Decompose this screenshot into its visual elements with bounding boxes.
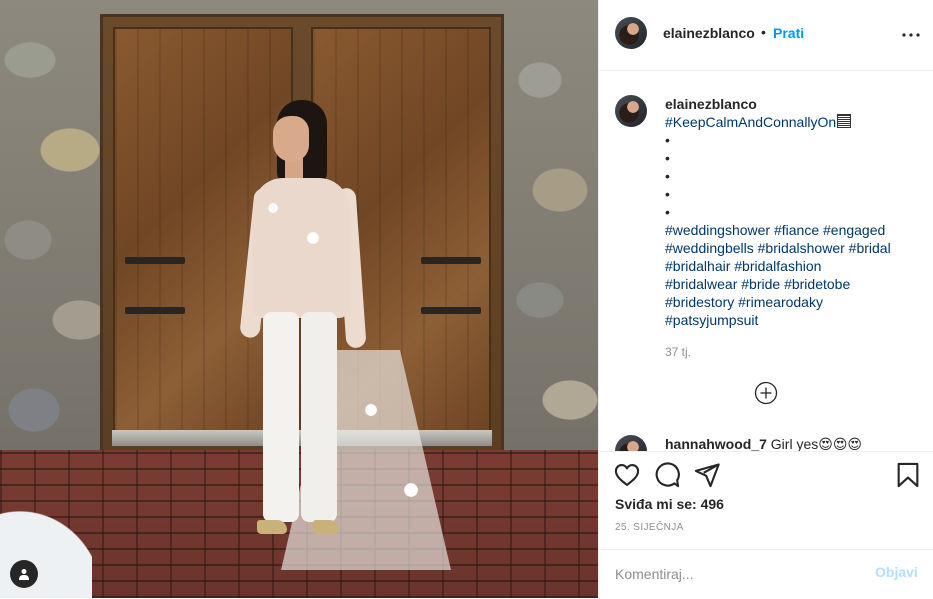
post-date[interactable]: 25. SIJEČNJA: [615, 522, 684, 533]
comment-text: hannahwood_7 Girl yes😍😍😍: [665, 436, 862, 451]
user-tag-icon: [19, 569, 29, 580]
follow-button[interactable]: Prati: [773, 25, 804, 41]
hashtag-line[interactable]: #bridalhair #bridalfashion: [665, 257, 923, 275]
pant-leg-right: [301, 312, 337, 522]
post-photo[interactable]: [0, 0, 598, 598]
door-hinge: [125, 307, 185, 314]
comment-icon[interactable]: [653, 461, 681, 489]
avatar[interactable]: [615, 435, 647, 451]
likes-count[interactable]: Sviđa mi se: 496: [615, 496, 724, 512]
hashtag-line[interactable]: #weddingshower #fiance #engaged: [665, 221, 923, 239]
comment-body: Girl yes😍😍😍: [770, 436, 863, 451]
more-options-icon[interactable]: [899, 23, 923, 47]
post-header: elainezblanco • Prati: [599, 0, 933, 71]
user-tags-button[interactable]: [10, 560, 38, 588]
hashtag-line[interactable]: #bridalwear #bride #bridetobe: [665, 275, 923, 293]
comments-area[interactable]: elainezblanco #KeepCalmAndConnallyOn • •…: [599, 71, 933, 451]
door-hinge: [421, 307, 481, 314]
caption-bullet: •: [665, 186, 670, 202]
hashtag-line[interactable]: #weddingbells #bridalshower #bridal: [665, 239, 923, 257]
caption-bullet: •: [665, 168, 670, 184]
shoe-right: [313, 520, 339, 534]
paper-plane-icon[interactable]: [693, 461, 721, 489]
post-comment-button[interactable]: Objavi: [875, 564, 918, 580]
caption-bullet: •: [665, 132, 670, 148]
comment-username[interactable]: hannahwood_7: [665, 436, 767, 451]
lace-top: [253, 178, 349, 318]
avatar[interactable]: [615, 95, 647, 127]
caption-bullet: •: [665, 204, 670, 220]
unsupported-glyph: [837, 114, 852, 128]
caption-username[interactable]: elainezblanco: [665, 95, 923, 113]
avatar[interactable]: [615, 17, 647, 49]
hashtag-link[interactable]: #KeepCalmAndConnallyOn: [665, 114, 836, 130]
bookmark-icon[interactable]: [894, 461, 922, 489]
header-username[interactable]: elainezblanco: [663, 25, 755, 41]
comment-item: hannahwood_7 Girl yes😍😍😍: [615, 435, 925, 451]
post-caption: elainezblanco #KeepCalmAndConnallyOn • •…: [665, 95, 923, 361]
hashtag-line[interactable]: #patsyjumpsuit: [665, 311, 923, 329]
heart-icon[interactable]: [613, 461, 641, 489]
caption-timestamp[interactable]: 37 tj.: [665, 343, 923, 361]
caption-bullet: •: [665, 150, 670, 166]
post-sidebar: elainezblanco • Prati elainezblanco #Kee…: [598, 0, 933, 598]
comment-input[interactable]: [615, 563, 855, 585]
pant-leg-left: [263, 312, 299, 522]
comment-form: Objavi: [599, 549, 933, 599]
shoe-left: [257, 520, 287, 534]
plus-circle-icon[interactable]: [754, 381, 778, 405]
post-actions: Sviđa mi se: 496 25. SIJEČNJA: [599, 451, 933, 550]
follow-separator: •: [761, 24, 766, 40]
door-hinge: [125, 257, 185, 264]
hashtag-line[interactable]: #bridestory #rimearodaky: [665, 293, 923, 311]
face: [273, 116, 309, 162]
caption-first-tag-line: #KeepCalmAndConnallyOn: [665, 113, 923, 131]
door-hinge: [421, 257, 481, 264]
